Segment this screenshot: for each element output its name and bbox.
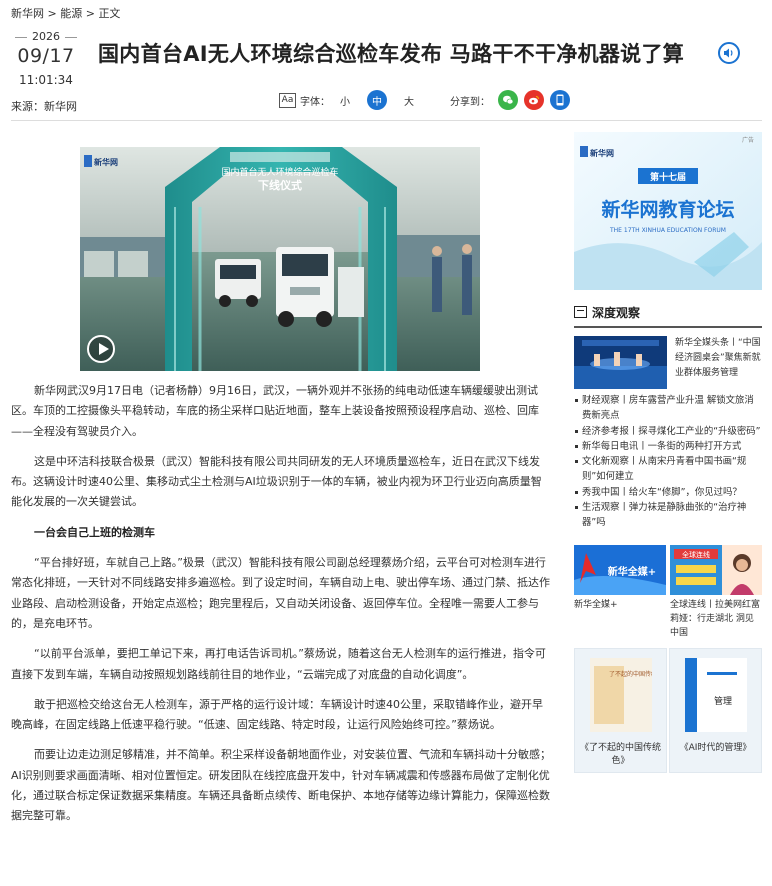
book-title: 《了不起的中国传统色》: [579, 743, 661, 766]
article-video[interactable]: 国内首台无人环境综合巡检车 下线仪式 新华网: [80, 147, 480, 371]
book-card[interactable]: 管理 《AI时代的管理》: [669, 648, 762, 773]
video-frame-image: 国内首台无人环境综合巡检车 下线仪式 新华网: [80, 147, 480, 371]
book-recommendations: 了不起的中国传统色 《了不起的中国传统色》 管理 《AI时代的管理》: [574, 648, 762, 773]
article-paragraph: 这是中环洁科技联合极景（武汉）智能科技有限公司共同研发的无人环境质量巡检车，近日…: [11, 454, 542, 509]
ad-edition: 第十七届: [650, 171, 686, 183]
article-toolbar: Aa 字体： 小 中 大 分享到：: [279, 90, 576, 110]
news-link[interactable]: 新华每日电讯丨一条街的两种打开方式: [574, 439, 762, 454]
xinhua-media-caption: 新华全媒+: [574, 600, 618, 610]
global-connect-caption: 全球连线丨拉美网红富莉娅：行走湖北 洞见中国: [670, 600, 761, 638]
news-link[interactable]: 财经观察丨房车露营产业升温 解锁文旅消费新亮点: [574, 393, 762, 424]
xinhua-media-logo-text: 新华全媒+: [608, 565, 656, 578]
article-body: 新华网武汉9月17日电（记者杨静）9月16日，武汉，一辆外观并不张扬的纯电动低速…: [11, 381, 551, 837]
speaker-icon[interactable]: [718, 42, 740, 64]
wechat-icon[interactable]: [498, 90, 518, 110]
page-title: 国内首台AI无人环境综合巡检车发布 马路干不干净机器说了算: [98, 42, 685, 66]
global-connect-image: 全球连线: [670, 545, 762, 595]
article-paragraph: “以前平台派单，要把工单记下来，再打电话告诉司机。”蔡炀说，随着这台无人检测车的…: [11, 647, 546, 681]
breadcrumb-separator: >: [85, 7, 95, 20]
publish-date: 2026 09/17 11:01:34: [11, 30, 81, 87]
breadcrumb: 新华网 > 能源 > 正文: [11, 5, 120, 21]
book-card[interactable]: 了不起的中国传统色 《了不起的中国传统色》: [574, 648, 667, 773]
publish-year: 2026: [11, 30, 81, 43]
font-size-icon: Aa: [279, 92, 296, 108]
news-link[interactable]: 文化新观察丨从南宋丹青看中国书画“规则”如何建立: [574, 454, 762, 485]
ad-badge: 广告: [742, 136, 754, 144]
news-link[interactable]: 生活观察丨弹力袜是静脉曲张的“治疗神器”吗: [574, 500, 762, 531]
book-cover-title: 了不起的中国传统色: [608, 670, 651, 678]
section-header: 深度观察: [574, 302, 762, 322]
breadcrumb-home-link[interactable]: 新华网: [11, 7, 44, 20]
article-paragraph: 新华网武汉9月17日电（记者杨静）9月16日，武汉，一辆外观并不张扬的纯电动低速…: [11, 384, 539, 438]
ad-subtitle: THE 17TH XINHUA EDUCATION FORUM: [609, 227, 726, 234]
deep-observation-section: 深度观察 新华全媒头条丨“中国经济圆桌会”聚焦新就业群体服务管理 财经观察丨房车…: [574, 302, 762, 531]
book-title: 《AI时代的管理》: [679, 743, 752, 753]
global-connect-logo-text: 全球连线: [682, 550, 710, 559]
education-forum-ad[interactable]: 新华网 广告 第十七届 新华网教育论坛 THE 17TH XINHUA EDUC…: [574, 132, 762, 290]
book-cover-title: 管理: [713, 695, 731, 707]
section-title: 深度观察: [592, 305, 641, 320]
header-divider: [11, 120, 762, 121]
section-divider: [574, 326, 762, 328]
xinhua-media-image: 新华全媒+: [574, 545, 666, 595]
video-logo: 新华网: [94, 157, 118, 167]
news-link[interactable]: 经济参考报丨探寻煤化工产业的“升级密码”: [574, 424, 762, 439]
weibo-icon[interactable]: [524, 90, 544, 110]
article-subheading: 一台会自己上班的检测车: [34, 525, 155, 539]
video-banner-line1: 国内首台无人环境综合巡检车: [221, 166, 338, 178]
featured-news: 新华全媒头条丨“中国经济圆桌会”聚焦新就业群体服务管理: [574, 336, 762, 389]
video-banner-line2: 下线仪式: [258, 178, 302, 192]
font-size-small-button[interactable]: 小: [340, 93, 350, 108]
news-list: 财经观察丨房车露营产业升温 解锁文旅消费新亮点 经济参考报丨探寻煤化工产业的“升…: [574, 393, 762, 531]
play-icon[interactable]: [87, 335, 115, 363]
featured-news-link[interactable]: 新华全媒头条丨“中国经济圆桌会”聚焦新就业群体服务管理: [675, 336, 762, 389]
article-paragraph: “平台排好班，车就自己上路。”极景（武汉）智能科技有限公司副总经理蔡炀介绍，云平…: [11, 556, 550, 630]
xinhua-media-card[interactable]: 新华全媒+ 新华全媒+: [574, 545, 666, 640]
font-size-large-button[interactable]: 大: [404, 93, 414, 108]
global-connect-card[interactable]: 全球连线 全球连线丨拉美网红富莉娅：行走湖北 洞见中国: [670, 545, 762, 640]
font-size-label: 字体：: [300, 96, 330, 108]
article-paragraph: 敢于把巡检交给这台无人检测车，源于严格的运行设计域：车辆设计时速40公里，采取错…: [11, 697, 543, 732]
ad-title: 新华网教育论坛: [601, 198, 734, 221]
news-link[interactable]: 秀我中国丨给火车“修脚”，你见过吗？: [574, 485, 762, 500]
featured-news-image[interactable]: [574, 336, 667, 389]
mobile-icon[interactable]: [550, 90, 570, 110]
ad-logo: 新华网: [590, 148, 614, 158]
share-label: 分享到：: [450, 96, 490, 108]
section-icon: [574, 306, 587, 318]
book-cover: 了不起的中国传统色: [589, 658, 663, 732]
article-source: 来源：新华网: [11, 100, 77, 113]
breadcrumb-energy-link[interactable]: 能源: [60, 7, 82, 20]
publish-time: 11:01:34: [19, 73, 73, 87]
media-cards: 新华全媒+ 新华全媒+ 全球连线 全球连线丨拉美网红富莉娅：行走湖北 洞见中国: [574, 545, 762, 640]
breadcrumb-current[interactable]: 正文: [98, 7, 120, 20]
publish-month-day: 09/17: [17, 45, 75, 67]
breadcrumb-separator: >: [47, 7, 57, 20]
font-size-medium-button[interactable]: 中: [367, 90, 387, 110]
book-cover: 管理: [684, 658, 747, 732]
article-paragraph: 而要让边走边测足够精准，并不简单。积尘采样设备朝地面作业，对安装位置、气流和车辆…: [11, 748, 551, 823]
